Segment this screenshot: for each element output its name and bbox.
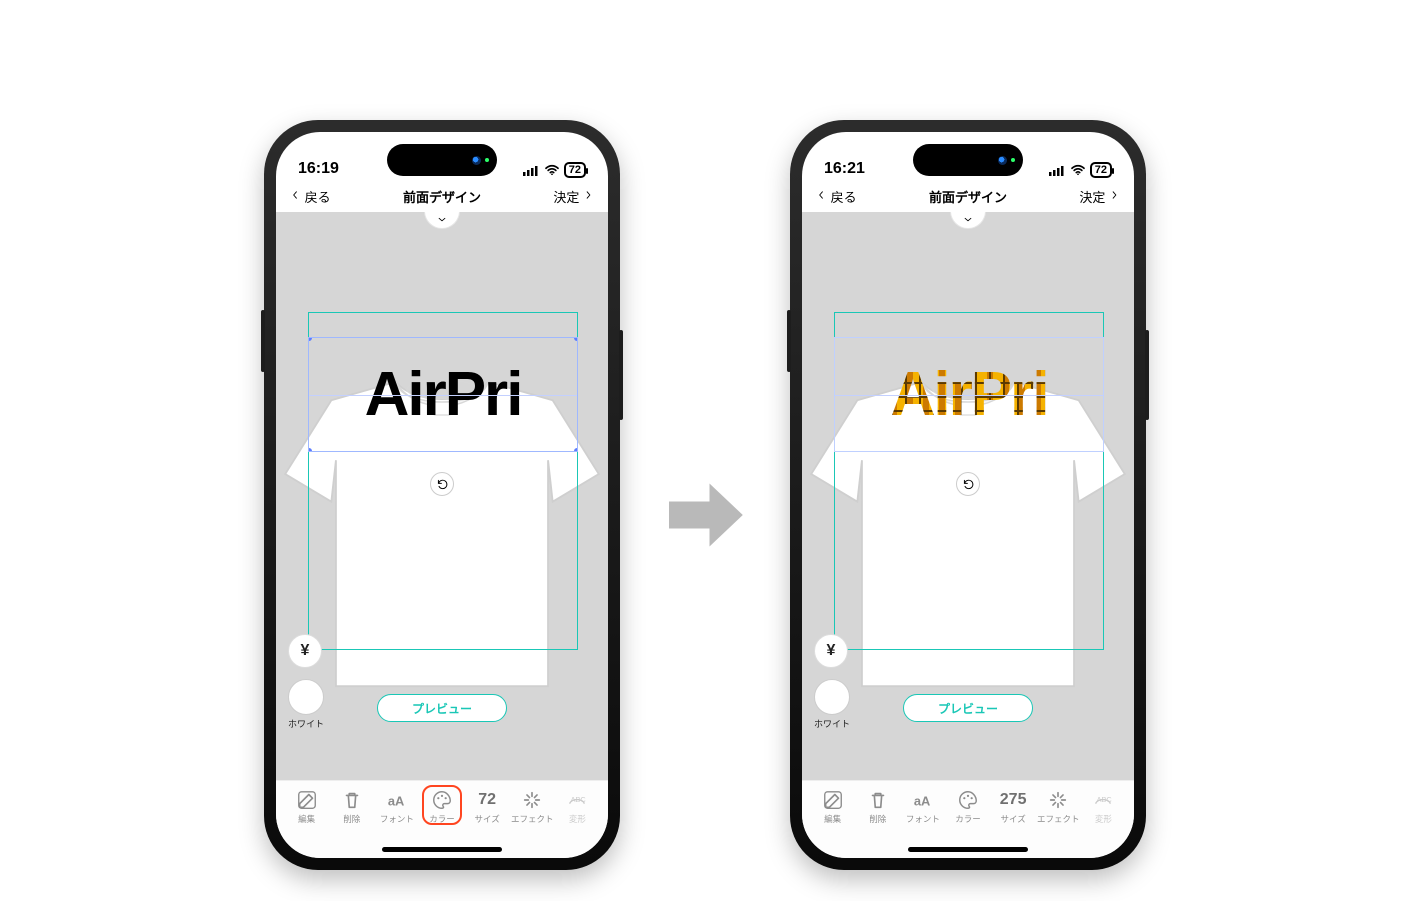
tool-delete[interactable]: 削除 bbox=[329, 789, 374, 825]
screen-title: 前面デザイン bbox=[929, 187, 1007, 206]
tool-edit[interactable]: 編集 bbox=[284, 789, 329, 825]
dynamic-island bbox=[913, 144, 1023, 176]
rotate-handle[interactable] bbox=[430, 472, 454, 496]
chevron-down-icon bbox=[962, 215, 974, 225]
swatch-label: ホワイト bbox=[804, 717, 860, 730]
tool-label: 変形 bbox=[569, 813, 586, 825]
tool-color[interactable]: カラー bbox=[945, 789, 990, 825]
home-indicator bbox=[382, 847, 502, 852]
screen: 16:21 72 戻る 前面デザイン 決定 bbox=[802, 132, 1134, 858]
status-time: 16:19 bbox=[298, 160, 339, 178]
tool-label: サイズ bbox=[1001, 813, 1026, 825]
tool-size[interactable]: 275 サイズ bbox=[991, 789, 1036, 825]
tool-effect[interactable]: エフェクト bbox=[1036, 789, 1081, 825]
price-fab[interactable]: ¥ bbox=[288, 634, 322, 668]
battery-icon: 72 bbox=[564, 162, 586, 178]
back-button[interactable]: 戻る bbox=[290, 187, 331, 206]
rotate-icon bbox=[962, 478, 974, 490]
chevron-right-icon bbox=[1109, 188, 1120, 202]
confirm-button[interactable]: 決定 bbox=[553, 187, 594, 206]
size-value: 275 bbox=[1000, 789, 1027, 811]
price-fab[interactable]: ¥ bbox=[814, 634, 848, 668]
tool-label: 変形 bbox=[1095, 813, 1112, 825]
tool-delete[interactable]: 削除 bbox=[855, 789, 900, 825]
chevron-left-icon bbox=[816, 188, 827, 202]
swatch-label: ホワイト bbox=[278, 717, 334, 730]
arc-text-icon bbox=[566, 789, 588, 811]
text-object[interactable]: AirPri bbox=[308, 337, 578, 452]
confirm-button[interactable]: 決定 bbox=[1079, 187, 1120, 206]
font-icon bbox=[386, 789, 408, 811]
chevron-down-icon bbox=[436, 215, 448, 225]
tool-label: 削除 bbox=[343, 813, 360, 825]
tool-label: カラー bbox=[955, 813, 981, 825]
edit-icon bbox=[296, 789, 318, 811]
tool-transform[interactable]: 変形 bbox=[1081, 789, 1126, 825]
transition-arrow-icon bbox=[660, 470, 750, 560]
rotate-icon bbox=[436, 478, 448, 490]
sparkle-icon bbox=[521, 789, 543, 811]
size-value: 72 bbox=[478, 789, 496, 811]
bottom-toolbar: 編集 削除 フォント カラー 275 bbox=[802, 780, 1134, 858]
color-swatch-white[interactable] bbox=[288, 679, 324, 715]
chevron-left-icon bbox=[290, 188, 301, 202]
tool-label: サイズ bbox=[475, 813, 500, 825]
rotate-handle[interactable] bbox=[956, 472, 980, 496]
tool-effect[interactable]: エフェクト bbox=[510, 789, 555, 825]
chevron-right-icon bbox=[583, 188, 594, 202]
tool-font[interactable]: フォント bbox=[374, 789, 419, 825]
text-object[interactable]: AirPri bbox=[834, 337, 1104, 452]
tool-label: エフェクト bbox=[511, 813, 554, 825]
screen-title: 前面デザイン bbox=[403, 187, 481, 206]
tool-label: フォント bbox=[906, 813, 940, 825]
home-indicator bbox=[908, 847, 1028, 852]
signal-icon bbox=[1048, 164, 1066, 176]
design-canvas[interactable]: AirPri ¥ ホワイト プレビュー bbox=[276, 212, 608, 780]
signal-icon bbox=[522, 164, 540, 176]
back-button[interactable]: 戻る bbox=[816, 187, 857, 206]
tool-label: 編集 bbox=[298, 813, 315, 825]
stage: aA ABC bbox=[0, 0, 1410, 901]
phone-before: 16:19 72 戻る 前面デザイン 決定 bbox=[264, 120, 620, 870]
preview-button[interactable]: プレビュー bbox=[903, 694, 1033, 722]
tool-color[interactable]: カラー bbox=[419, 789, 464, 825]
tool-label: エフェクト bbox=[1037, 813, 1080, 825]
status-time: 16:21 bbox=[824, 160, 865, 178]
palette-icon bbox=[957, 789, 979, 811]
design-canvas[interactable]: AirPri ¥ ホワイト プレビュー bbox=[802, 212, 1134, 780]
tool-label: カラー bbox=[429, 813, 455, 825]
battery-icon: 72 bbox=[1090, 162, 1112, 178]
preview-button[interactable]: プレビュー bbox=[377, 694, 507, 722]
tool-label: 編集 bbox=[824, 813, 841, 825]
font-icon bbox=[912, 789, 934, 811]
trash-icon bbox=[341, 789, 363, 811]
wifi-icon bbox=[544, 164, 560, 176]
tool-label: 削除 bbox=[869, 813, 886, 825]
wifi-icon bbox=[1070, 164, 1086, 176]
arc-text-icon bbox=[1092, 789, 1114, 811]
bottom-toolbar: 編集 削除 フォント カラー bbox=[276, 780, 608, 858]
tool-font[interactable]: フォント bbox=[900, 789, 945, 825]
phone-after: 16:21 72 戻る 前面デザイン 決定 bbox=[790, 120, 1146, 870]
dynamic-island bbox=[387, 144, 497, 176]
palette-icon bbox=[431, 789, 453, 811]
tool-edit[interactable]: 編集 bbox=[810, 789, 855, 825]
screen: 16:19 72 戻る 前面デザイン 決定 bbox=[276, 132, 608, 858]
edit-icon bbox=[822, 789, 844, 811]
tool-size[interactable]: 72 サイズ bbox=[465, 789, 510, 825]
tool-label: フォント bbox=[380, 813, 414, 825]
tool-transform[interactable]: 変形 bbox=[555, 789, 600, 825]
trash-icon bbox=[867, 789, 889, 811]
sparkle-icon bbox=[1047, 789, 1069, 811]
color-swatch-white[interactable] bbox=[814, 679, 850, 715]
